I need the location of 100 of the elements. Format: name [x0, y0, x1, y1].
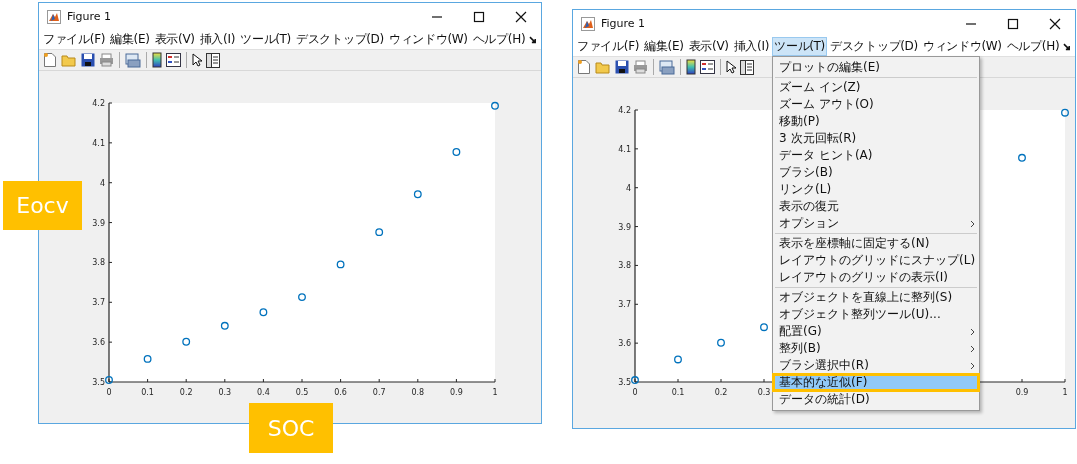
menu-option[interactable]: データの統計(D) — [773, 391, 980, 408]
menu-item[interactable]: デスクトップ(D) — [828, 37, 920, 56]
menu-item[interactable]: デスクトップ(D) — [294, 30, 386, 49]
data-point — [674, 355, 682, 364]
data-point — [413, 190, 422, 199]
tick-label: 4 — [99, 178, 105, 188]
tick-label: 0.3 — [218, 388, 232, 397]
menu-option[interactable]: レイアウトのグリッドの表示(I) — [773, 269, 980, 286]
menu-option[interactable]: 表示の復元 — [773, 198, 980, 215]
menu-option[interactable]: オブジェクト整列ツール(U)... — [773, 306, 980, 323]
data-point — [375, 228, 384, 237]
save-icon[interactable] — [615, 60, 629, 74]
menu-option[interactable]: 整列(B) — [773, 340, 980, 357]
tick-label: 3.9 — [618, 222, 631, 232]
legend-icon[interactable] — [700, 60, 715, 74]
data-point — [105, 376, 113, 384]
tick-label: 0 — [632, 388, 638, 397]
tick-label: 3.7 — [92, 298, 105, 308]
menu-item[interactable]: ツール(T) — [238, 30, 293, 49]
menu-option[interactable]: レイアウトのグリッドにスナップ(L) — [773, 252, 980, 269]
colorbar-icon[interactable] — [152, 52, 162, 68]
print-preview-icon[interactable] — [125, 52, 141, 68]
data-point — [220, 321, 229, 330]
tick-label: 0.9 — [1015, 388, 1029, 397]
maximize-icon[interactable] — [1007, 17, 1019, 30]
tick-label: 4.1 — [618, 144, 631, 154]
tick-label: 0.2 — [714, 388, 728, 397]
tick-label: 0.2 — [179, 388, 193, 397]
app-icon — [47, 9, 61, 24]
data-point — [1061, 108, 1069, 117]
close-icon[interactable] — [1049, 17, 1061, 30]
data-point — [143, 354, 152, 363]
menu-option[interactable]: オプション — [773, 215, 980, 232]
menu-option[interactable]: ブラシ(B) — [773, 164, 980, 181]
tick-label: 3.6 — [92, 338, 105, 348]
menu-option[interactable]: ズーム イン(Z) — [773, 79, 980, 96]
menu-item[interactable]: 挿入(I) — [197, 30, 238, 49]
menu-item[interactable]: ヘルプ(H) — [470, 30, 528, 49]
data-point — [1018, 153, 1026, 162]
dock-arrow-icon[interactable] — [529, 35, 537, 44]
legend-icon[interactable] — [166, 53, 181, 67]
menu-option[interactable]: リンク(L) — [773, 181, 980, 198]
tick-label: 4.2 — [92, 99, 105, 108]
menu-option[interactable]: 表示を座標軸に固定する(N) — [773, 235, 980, 252]
colorbar-icon[interactable] — [686, 59, 696, 75]
tick-label: 3.7 — [618, 300, 631, 310]
tick-label: 0.6 — [334, 388, 347, 397]
menu-item[interactable]: ウィンドウ(W) — [920, 37, 1004, 56]
tick-label: 1 — [1062, 388, 1068, 397]
menu-item[interactable]: ファイル(F) — [575, 37, 642, 56]
tick-label: 3.5 — [618, 378, 631, 387]
tick-label: 3.5 — [92, 378, 105, 387]
menu-item[interactable]: ツール(T) — [772, 37, 827, 56]
tick-label: 0.1 — [141, 388, 154, 397]
menu-option[interactable]: 移動(P) — [773, 113, 980, 130]
pointer-icon[interactable] — [192, 53, 202, 67]
tick-label: 3.9 — [92, 218, 105, 228]
menu-option[interactable]: ブラシ選択中(R) — [773, 357, 980, 374]
menu-option[interactable]: ズーム アウト(O) — [773, 96, 980, 113]
menu-option[interactable]: データ ヒント(A) — [773, 147, 980, 164]
tick-label: 0.4 — [257, 388, 270, 397]
save-icon[interactable] — [81, 53, 95, 67]
new-file-icon[interactable] — [577, 59, 591, 75]
tick-label: 3.8 — [618, 261, 631, 271]
data-point — [452, 148, 461, 156]
property-inspector-icon[interactable] — [206, 52, 220, 68]
menu-item[interactable]: ファイル(F) — [41, 30, 108, 49]
menu-option[interactable]: プロットの編集(E) — [773, 59, 980, 76]
menu-option[interactable]: 配置(G) — [773, 323, 980, 340]
menu-item[interactable]: 表示(V) — [686, 37, 731, 56]
tick-label: 0.8 — [411, 388, 425, 397]
tick-label: 1 — [492, 388, 498, 397]
annotation-label: Eocv — [3, 181, 82, 230]
menu-item[interactable]: 編集(E) — [108, 30, 152, 49]
dock-arrow-icon[interactable] — [1063, 42, 1071, 51]
window-title: Figure 1 — [601, 17, 646, 30]
property-inspector-icon[interactable] — [740, 59, 754, 75]
tick-label: 0.1 — [671, 388, 685, 397]
menu-option[interactable]: オブジェクトを直線上に整列(S) — [773, 289, 980, 306]
tick-label: 3.6 — [618, 339, 631, 349]
menu-item[interactable]: ウィンドウ(W) — [386, 30, 470, 49]
app-icon — [581, 16, 595, 31]
window-title: Figure 1 — [67, 10, 112, 23]
menu-option[interactable]: 3 次元回転(R) — [773, 130, 980, 147]
tick-label: 0 — [106, 388, 112, 397]
print-preview-icon[interactable] — [659, 59, 675, 75]
menu-item[interactable]: ヘルプ(H) — [1004, 37, 1062, 56]
close-icon[interactable] — [515, 10, 527, 23]
data-point — [491, 101, 499, 110]
menu-option[interactable]: 基本的な近似(F) — [773, 374, 980, 391]
pointer-icon[interactable] — [726, 60, 736, 74]
data-point — [760, 323, 768, 332]
new-file-icon[interactable] — [43, 52, 57, 68]
menu-item[interactable]: 編集(E) — [642, 37, 686, 56]
maximize-icon[interactable] — [473, 10, 485, 23]
menu-item[interactable]: 挿入(I) — [731, 37, 772, 56]
tick-label: 4 — [625, 183, 631, 193]
data-point — [298, 293, 306, 302]
data-point — [717, 338, 725, 347]
menu-item[interactable]: 表示(V) — [152, 30, 197, 49]
